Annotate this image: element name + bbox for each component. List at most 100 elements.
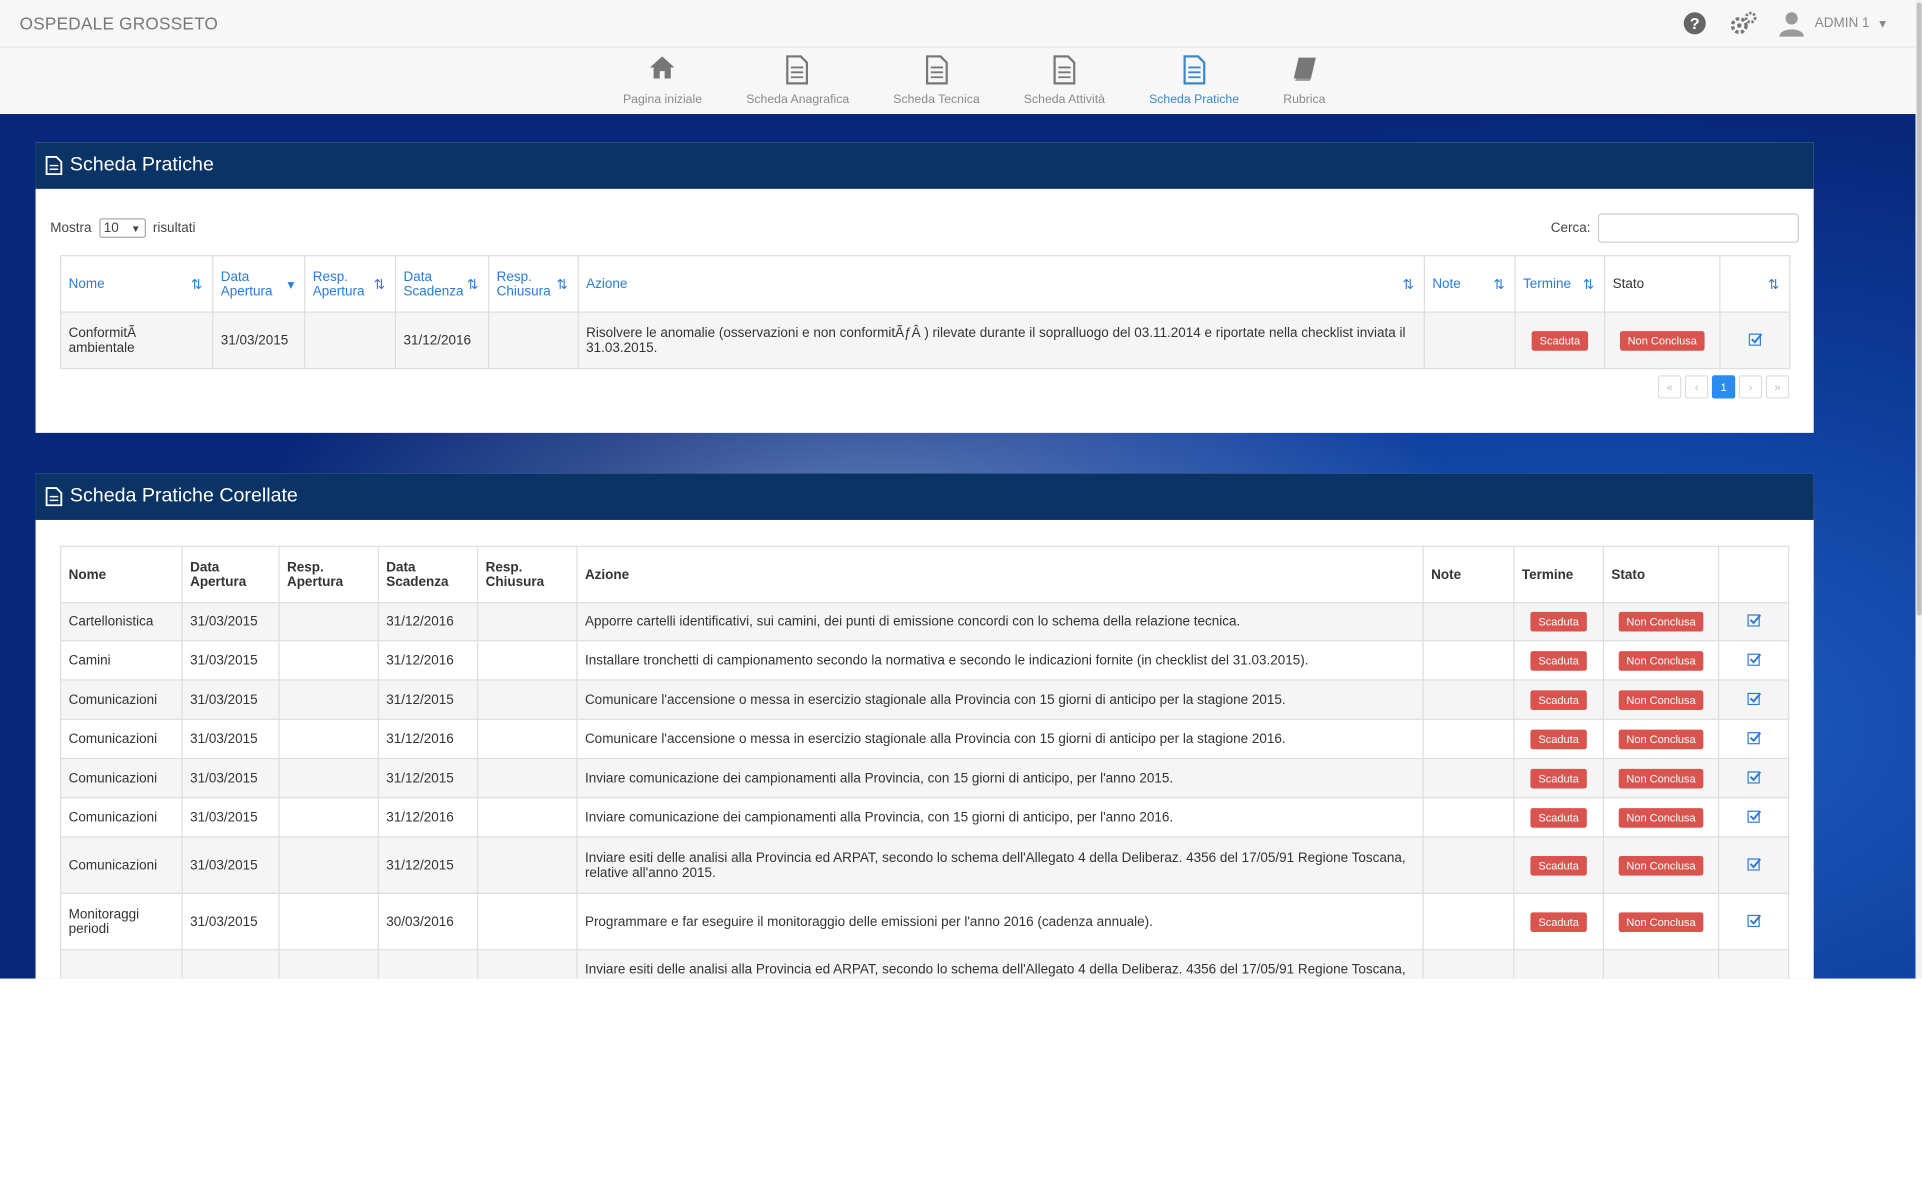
table-row[interactable]: Cartellonistica 31/03/2015 31/12/2016 Appor… [60, 602, 1790, 642]
sort-desc-icon: ▾ [287, 277, 295, 292]
col-data-scadenza[interactable]: Data Scadenza ⇅ [394, 255, 490, 313]
document-icon [785, 55, 810, 85]
cell-actions [1718, 602, 1790, 642]
col-azione[interactable]: Azione ⇅ [577, 255, 1425, 313]
status-badge: Scaduta [1531, 911, 1587, 932]
nav-pagina-iniziale[interactable]: Pagina iniziale [601, 55, 724, 107]
cell-resp-apertura [278, 679, 379, 720]
cell-note [1422, 602, 1515, 642]
nav-scheda-pratiche[interactable]: Scheda Pratiche [1127, 55, 1261, 107]
col-note[interactable]: Note ⇅ [1423, 255, 1516, 313]
cell-azione: Inviare comunicazione dei campionamenti … [576, 797, 1424, 838]
cell-data-scadenza: 31/12/2015 [377, 757, 479, 799]
cell-resp-chiusura [488, 311, 579, 370]
cell-resp-apertura [278, 757, 379, 799]
table-row[interactable]: Inviare esiti delle analisi alla Provinc… [60, 949, 1790, 979]
cell-termine: Scaduta [1513, 602, 1605, 642]
edit-checkbox-icon[interactable] [1746, 809, 1761, 826]
svg-text:?: ? [1690, 16, 1700, 33]
cell-resp-apertura [278, 640, 379, 681]
cell-resp-apertura [278, 602, 379, 642]
cell-actions [1718, 836, 1790, 894]
edit-checkbox-icon[interactable] [1746, 770, 1761, 787]
cell-azione: Programmare e far eseguire il monitoragg… [576, 892, 1424, 951]
page-1-button[interactable]: 1 [1711, 375, 1736, 399]
status-badge: Scaduta [1531, 650, 1587, 671]
document-icon [45, 487, 63, 507]
cell-nome: ConformitÃ ambientale [60, 311, 214, 370]
user-name: ADMIN 1 [1814, 15, 1870, 31]
cell-actions [1718, 718, 1790, 760]
last-page-button[interactable]: » [1765, 375, 1790, 399]
scrollbar-thumb[interactable] [1916, 2, 1922, 616]
table-row[interactable]: Comunicazioni 31/03/2015 31/12/2016 Inviare… [60, 797, 1790, 838]
cell-azione: Risolvere le anomalie (osservazioni e no… [577, 311, 1425, 370]
table-row[interactable]: Camini 31/03/2015 31/12/2016 Installare tro… [60, 640, 1790, 681]
cell-actions [1718, 797, 1790, 838]
edit-checkbox-icon[interactable] [1746, 857, 1761, 874]
edit-checkbox-icon[interactable] [1748, 332, 1762, 349]
cell-stato: Non Conclusa [1602, 679, 1720, 720]
cell-azione: Inviare comunicazione dei campionamenti … [576, 757, 1424, 799]
first-page-button[interactable]: « [1657, 375, 1682, 399]
top-bar: OSPEDALE GROSSETO ? ADMIN 1 ▾ [0, 0, 1916, 48]
scrollbar[interactable] [1915, 0, 1922, 979]
nav-rubrica[interactable]: Rubrica [1261, 55, 1347, 107]
prev-page-button[interactable]: ‹ [1684, 375, 1709, 399]
status-badge: Non Conclusa [1619, 768, 1704, 788]
nav-scheda-anagrafica[interactable]: Scheda Anagrafica [724, 55, 871, 107]
nav-scheda-tecnica[interactable]: Scheda Tecnica [871, 55, 1002, 107]
table-row[interactable]: Comunicazioni 31/03/2015 31/12/2015 Inviare… [60, 836, 1790, 894]
edit-checkbox-icon[interactable] [1746, 692, 1761, 708]
sort-icon: ⇅ [373, 277, 386, 292]
cell-data-scadenza: 31/12/2016 [377, 640, 479, 681]
user-menu[interactable]: ADMIN 1 ▾ [1778, 10, 1886, 37]
cell-azione: Comunicare l'accensione o messa in eserc… [576, 718, 1424, 760]
table-row[interactable]: ConformitÃ ambientale 31/03/2015 31/12/2… [60, 311, 1791, 370]
app-title[interactable]: OSPEDALE GROSSETO [20, 13, 218, 33]
page-size-select[interactable]: 10 ▼ [98, 218, 146, 238]
edit-checkbox-icon[interactable] [1746, 652, 1761, 669]
book-icon [1291, 55, 1318, 84]
col-resp-chiusura[interactable]: Resp. Chiusura ⇅ [488, 255, 579, 313]
cell-data-scadenza: 31/12/2015 [377, 679, 479, 720]
cell-nome: Comunicazioni [60, 679, 183, 720]
document-icon [1052, 55, 1077, 85]
edit-checkbox-icon[interactable] [1746, 731, 1761, 748]
cell-data-apertura: 31/03/2015 [181, 718, 280, 760]
document-icon [45, 156, 63, 176]
table-row[interactable]: Comunicazioni 31/03/2015 31/12/2015 Comunic… [60, 679, 1790, 720]
cell-resp-apertura [278, 797, 379, 838]
col-resp-apertura[interactable]: Resp. Apertura ⇅ [304, 255, 397, 313]
table-row[interactable]: Comunicazioni 31/03/2015 31/12/2016 Comunic… [60, 718, 1790, 760]
cell-resp-chiusura [477, 602, 578, 642]
table-row[interactable]: Comunicazioni 31/03/2015 31/12/2015 Inviare… [60, 757, 1790, 799]
cell-azione: Inviare esiti delle analisi alla Provinc… [576, 949, 1424, 979]
nav-scheda-attivita[interactable]: Scheda Attività [1002, 55, 1127, 107]
search-input[interactable] [1597, 213, 1799, 243]
cell-resp-apertura [304, 311, 397, 370]
table-row[interactable]: Monitoraggi periodi 31/03/2015 30/03/2016 P… [60, 892, 1790, 951]
cell-data-apertura: 31/03/2015 [212, 311, 306, 370]
col-termine[interactable]: Termine ⇅ [1514, 255, 1606, 313]
cell-note [1422, 640, 1515, 681]
help-icon[interactable]: ? [1680, 9, 1709, 38]
settings-icon[interactable] [1729, 9, 1758, 38]
col-nome[interactable]: Nome ⇅ [60, 255, 214, 313]
cell-actions [1718, 679, 1790, 720]
pratiche-corellate-table: Nome Data Apertura Resp. Apertura Data S… [60, 545, 1790, 979]
next-page-button[interactable]: › [1738, 375, 1763, 399]
cell-nome: Monitoraggi periodi [60, 892, 183, 951]
col-actions[interactable]: ⇅ [1719, 255, 1791, 313]
edit-checkbox-icon[interactable] [1746, 914, 1761, 930]
edit-checkbox-icon[interactable] [1746, 614, 1761, 631]
cell-azione: Apporre cartelli identificativi, sui cam… [576, 602, 1424, 642]
cell-stato: Non Conclusa [1602, 718, 1720, 760]
col-data-apertura[interactable]: Data Apertura ▾ [212, 255, 306, 313]
cell-note [1422, 892, 1515, 951]
cell-data-apertura: 31/03/2015 [181, 757, 280, 799]
cell-nome: Comunicazioni [60, 757, 183, 799]
risultati-label: risultati [152, 220, 196, 236]
panel-title: Scheda Pratiche [69, 154, 214, 176]
chevron-down-icon: ▾ [1879, 16, 1887, 32]
